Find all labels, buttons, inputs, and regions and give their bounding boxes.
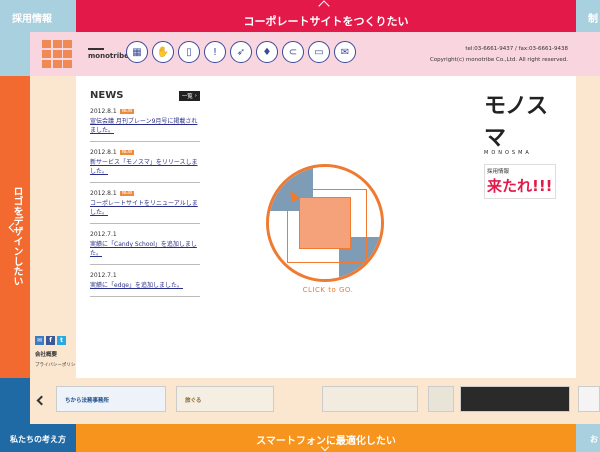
brand-logo[interactable]: monotribe	[88, 44, 129, 60]
tablet-icon[interactable]: ▯	[178, 41, 200, 63]
new-badge: NEW	[119, 191, 135, 196]
monosma-logo: モノスマ	[484, 94, 548, 151]
mail-icon[interactable]: ✉	[334, 41, 356, 63]
news-link[interactable]: 宣伝会議 月刊ブレーン9月号に掲載されました。	[90, 117, 200, 135]
service-icon-bar: ▦ ✋ ▯ ! ➶ ♦ ⊂ ▭ ✉	[126, 41, 356, 63]
carousel-thumb-label: 旅ぐる	[185, 398, 202, 404]
nav-left-label: ロゴをデザインしたい	[11, 186, 22, 286]
news-title: NEWS	[90, 90, 124, 101]
mail-share-icon[interactable]: ✉	[35, 336, 44, 345]
recruit-small-label: 採用情報	[487, 169, 510, 175]
site-header: monotribe ▦ ✋ ▯ ! ➶ ♦ ⊂ ▭ ✉ tel:03-6661-…	[30, 32, 576, 76]
nav-bottom-smartphone[interactable]: スマートフォンに最適化したい	[76, 424, 576, 452]
nav-top-corporate-site[interactable]: コーポレートサイトをつくりたい	[76, 0, 576, 32]
chevron-left-icon	[36, 395, 46, 405]
company-profile-link[interactable]: 会社概要	[35, 350, 57, 358]
monosma-promo[interactable]: モノスマ MONOSMA 採用情報 来たれ!!!	[484, 88, 564, 199]
calculator-icon[interactable]: ▦	[126, 41, 148, 63]
news-date-row: 2012.8.1 NEW	[90, 190, 200, 197]
magnet-icon[interactable]: ⊂	[282, 41, 304, 63]
nav-bottom-right-label: お	[590, 435, 598, 444]
nav-top-right[interactable]: 制	[576, 0, 600, 32]
news-date-row: 2012.7.1	[90, 272, 200, 279]
nav-top-right-label: 制	[588, 14, 598, 25]
nav-left-logo-design[interactable]: ロゴをデザインしたい	[0, 76, 30, 378]
news-link[interactable]: コーポレートサイトをリニューアルしました。	[90, 199, 200, 217]
idea-icon[interactable]: !	[204, 41, 226, 63]
carousel-thumb[interactable]	[428, 386, 454, 412]
news-link[interactable]: 実績に「Candy School」を追加しました。	[90, 240, 200, 258]
recruit-big-label: 来たれ!!!	[487, 177, 553, 195]
carousel-thumb-label: ちから法務事務所	[65, 398, 110, 404]
news-date: 2012.7.1	[90, 272, 117, 279]
news-list: 2012.8.1 NEW 宣伝会議 月刊ブレーン9月号に掲載されました。 2012.8…	[90, 101, 200, 297]
news-date-row: 2012.8.1 NEW	[90, 149, 200, 156]
carousel-thumb[interactable]	[578, 386, 600, 412]
recruit-banner[interactable]: 採用情報 来たれ!!!	[484, 164, 556, 199]
news-item[interactable]: 2012.7.1 実績に「edge」を追加しました。	[90, 265, 200, 297]
news-item[interactable]: 2012.8.1 NEW コーポレートサイトをリニューアルしました。	[90, 183, 200, 224]
monitor-icon[interactable]: ▭	[308, 41, 330, 63]
nav-top-label: コーポレートサイトをつくりたい	[243, 15, 409, 28]
copyright: Copyright(c) monotribe Co.,Ltd. All righ…	[429, 57, 568, 63]
chevron-up-icon	[318, 0, 330, 12]
carousel-thumb[interactable]: 旅ぐる	[176, 386, 274, 412]
carousel-prev-button[interactable]	[36, 392, 46, 408]
tie-icon[interactable]: ♦	[256, 41, 278, 63]
header-left-strip	[0, 32, 30, 76]
news-date: 2012.8.1	[90, 190, 117, 197]
right-panel-strip	[576, 76, 600, 378]
news-date: 2012.8.1	[90, 149, 117, 156]
news-header: NEWS 一覧 ›	[90, 90, 200, 101]
news-date-row: 2012.8.1 NEW	[90, 108, 200, 115]
news-section: NEWS 一覧 › 2012.8.1 NEW 宣伝会議 月刊ブレーン9月号に掲載され…	[90, 90, 200, 297]
news-link[interactable]: 新サービス「モノスマ」をリリースしました。	[90, 158, 200, 176]
inner-left-panel: ✉ f t 会社概要 プライバシーポリシー	[30, 76, 80, 378]
brand-mark-icon	[88, 44, 104, 50]
header-right-strip	[576, 32, 600, 76]
news-date: 2012.7.1	[90, 231, 117, 238]
nav-top-left-recruit[interactable]: 採用情報	[0, 0, 76, 32]
brand-name: monotribe	[88, 52, 129, 60]
new-badge: NEW	[119, 109, 135, 114]
top-navigation-band: 採用情報 コーポレートサイトをつくりたい 制	[0, 0, 600, 32]
contact-info: tel:03-6661-9437 / fax:03-6661-9438 Copy…	[430, 44, 568, 66]
nav-bottom-left-philosophy[interactable]: 私たちの考え方	[0, 424, 76, 452]
ring-center-block	[299, 197, 351, 249]
news-item[interactable]: 2012.7.1 実績に「Candy School」を追加しました。	[90, 224, 200, 265]
sns-links: ✉ f t	[35, 336, 66, 345]
click-to-go-label[interactable]: CLICK to GO.	[266, 286, 390, 294]
nav-bottom-right[interactable]: お	[576, 424, 600, 452]
tel-fax: tel:03-6661-9437 / fax:03-6661-9438	[465, 46, 568, 52]
twitter-icon[interactable]: t	[57, 336, 66, 345]
privacy-policy-link[interactable]: プライバシーポリシー	[35, 362, 80, 368]
news-link[interactable]: 実績に「edge」を追加しました。	[90, 281, 200, 290]
chevron-right-icon: ›	[194, 92, 197, 99]
news-all-button[interactable]: 一覧 ›	[178, 90, 200, 101]
hand-icon[interactable]: ✋	[152, 41, 174, 63]
works-carousel: ちから法務事務所 旅ぐる	[0, 378, 600, 424]
carousel-left-strip	[0, 378, 30, 424]
news-date-row: 2012.7.1	[90, 231, 200, 238]
click-to-go-circle[interactable]	[266, 164, 384, 282]
monosma-sub: MONOSMA	[484, 150, 532, 156]
carousel-thumb[interactable]	[322, 386, 418, 412]
carousel-thumb[interactable]: ちから法務事務所	[56, 386, 166, 412]
news-all-label: 一覧	[181, 93, 193, 100]
news-item[interactable]: 2012.8.1 NEW 宣伝会議 月刊ブレーン9月号に掲載されました。	[90, 101, 200, 142]
nav-bottom-left-label: 私たちの考え方	[10, 435, 66, 444]
main-area: NEWS 一覧 › 2012.8.1 NEW 宣伝会議 月刊ブレーン9月号に掲載され…	[76, 76, 576, 378]
grid-logo-icon[interactable]	[42, 40, 72, 68]
news-date: 2012.8.1	[90, 108, 117, 115]
carousel-thumb[interactable]	[460, 386, 570, 412]
nav-top-left-label: 採用情報	[12, 14, 52, 25]
facebook-icon[interactable]: f	[46, 336, 55, 345]
paper-plane-icon[interactable]: ➶	[230, 41, 252, 63]
new-badge: NEW	[119, 150, 135, 155]
news-item[interactable]: 2012.8.1 NEW 新サービス「モノスマ」をリリースしました。	[90, 142, 200, 183]
